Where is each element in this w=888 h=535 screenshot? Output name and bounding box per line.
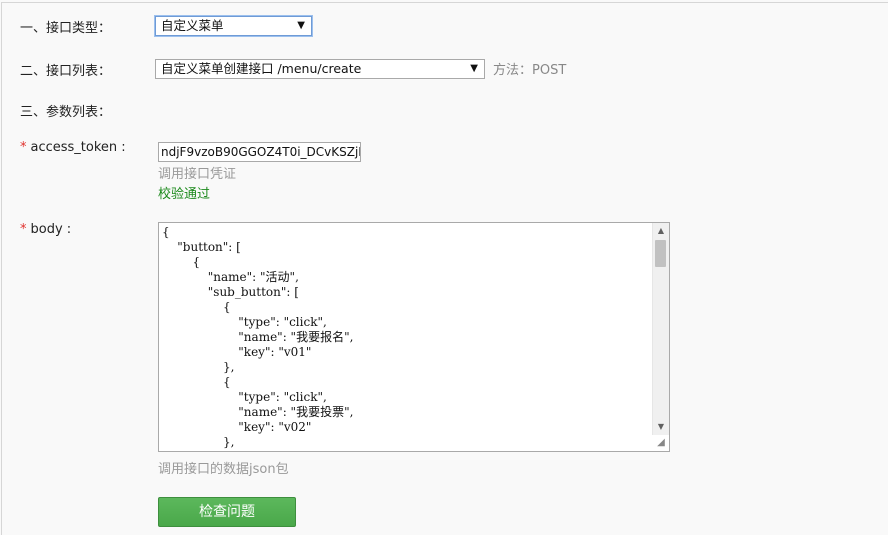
- scroll-up-arrow-icon[interactable]: ▲: [653, 223, 669, 239]
- access-token-status: 校验通过: [158, 187, 211, 202]
- caret-down-icon: ▼: [470, 63, 478, 74]
- check-problem-button[interactable]: 检查问题: [158, 497, 296, 527]
- scrollbar-thumb[interactable]: [655, 240, 666, 267]
- interface-type-value: 自定义菜单: [161, 18, 224, 33]
- interface-type-label: 一、接口类型：: [20, 21, 112, 36]
- body-textarea[interactable]: { "button": [ { "name": "活动", "sub_butto…: [158, 222, 670, 452]
- interface-list-select[interactable]: 自定义菜单创建接口 /menu/create ▼: [155, 59, 485, 79]
- interface-type-select[interactable]: 自定义菜单 ▼: [155, 16, 312, 36]
- method-text: 方法：POST: [493, 63, 567, 78]
- body-hint: 调用接口的数据json包: [158, 462, 289, 477]
- scroll-down-arrow-icon[interactable]: ▼: [653, 419, 669, 435]
- params-list-label: 三、参数列表：: [20, 105, 112, 120]
- debug-form-panel: 一、接口类型： 自定义菜单 ▼ 二、接口列表： 自定义菜单创建接口 /menu/…: [1, 2, 888, 535]
- access-token-label-text: access_token :: [30, 140, 126, 155]
- required-marker: *: [20, 140, 27, 155]
- access-token-hint: 调用接口凭证: [158, 167, 237, 182]
- resize-grip-icon[interactable]: ◢: [654, 436, 668, 450]
- body-label: * body :: [20, 222, 71, 237]
- body-label-text: body :: [30, 222, 72, 237]
- interface-list-value: 自定义菜单创建接口 /menu/create: [161, 61, 362, 76]
- caret-down-icon: ▼: [297, 20, 305, 31]
- interface-list-label: 二、接口列表：: [20, 64, 112, 79]
- access-token-input[interactable]: ndjF9vzoB90GGOZ4T0i_DCvKSZjH: [158, 142, 361, 162]
- access-token-label: * access_token :: [20, 140, 126, 155]
- body-json-content[interactable]: { "button": [ { "name": "活动", "sub_butto…: [162, 225, 651, 451]
- required-marker: *: [20, 222, 27, 237]
- body-scrollbar[interactable]: ▲ ▼: [652, 223, 669, 435]
